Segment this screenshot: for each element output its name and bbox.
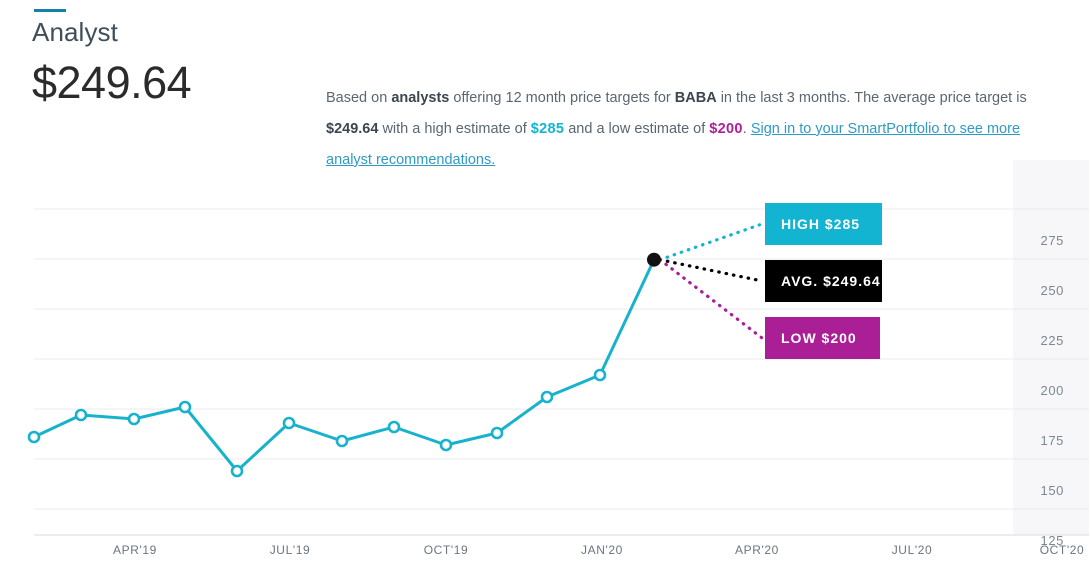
- desc-seg-7: with a high estimate of: [378, 120, 531, 137]
- current-price-point: [647, 252, 661, 267]
- projection-ray-high: [658, 222, 764, 262]
- history-series: [27, 258, 656, 478]
- data-point-marker: [282, 416, 296, 430]
- x-axis-tick-label: OCT'19: [423, 543, 469, 557]
- desc-seg-3: offering 12 month price targets for: [449, 89, 675, 106]
- data-point-marker: [387, 420, 401, 434]
- price-target-chart: 125 150 175 200 225 250 275 APR'19 JUL'19 OCT'19…: [0, 160, 1089, 575]
- data-point-marker: [178, 400, 192, 414]
- gridlines: [34, 208, 1089, 510]
- data-point-marker: [230, 464, 244, 478]
- accent-bar: [34, 9, 66, 12]
- desc-seg-9: and a low estimate of: [564, 120, 710, 137]
- x-axis-tick-label: JUL'19: [269, 543, 311, 557]
- data-point-marker: [593, 368, 607, 382]
- data-point-marker: [490, 426, 504, 440]
- average-price-target-value: $249.64: [32, 57, 192, 108]
- data-point-marker: [27, 430, 41, 444]
- desc-low-estimate: $200: [709, 120, 743, 137]
- data-point-marker: [335, 434, 349, 448]
- y-axis-tick-label: 275: [1040, 233, 1064, 248]
- analyst-price-target-widget: Analyst $249.64 Based on analysts offeri…: [0, 0, 1089, 575]
- y-axis-tick-label: 150: [1040, 483, 1064, 498]
- x-axis-tick-label: OCT'20: [1039, 543, 1085, 557]
- y-axis-tick-label: 250: [1040, 283, 1064, 298]
- data-point-marker: [439, 438, 453, 452]
- data-point-marker: [127, 412, 141, 426]
- chart-canvas: [27, 160, 1089, 536]
- callout-high[interactable]: HIGH $285: [765, 203, 882, 245]
- x-axis-tick-label: APR'20: [735, 543, 779, 557]
- desc-seg-5: in the last 3 months. The average price …: [716, 89, 1027, 106]
- x-axis-tick-label: JUL'20: [891, 543, 933, 557]
- desc-ticker-bold: BABA: [674, 89, 717, 106]
- y-axis-tick-label: 200: [1040, 383, 1064, 398]
- x-axis-tick-label: JAN'20: [581, 543, 623, 557]
- y-axis-tick-label: 175: [1040, 433, 1064, 448]
- callout-average[interactable]: AVG. $249.64: [765, 260, 882, 302]
- x-axis-tick-label: APR'19: [113, 543, 157, 557]
- page-title: Analyst: [32, 17, 118, 47]
- projection-ray-avg: [658, 258, 764, 283]
- callout-low[interactable]: LOW $200: [765, 317, 880, 359]
- y-axis-tick-label: 225: [1040, 333, 1064, 348]
- desc-analysts-bold: analysts: [391, 89, 450, 106]
- projection-rays: [658, 222, 764, 340]
- desc-seg-1: Based on: [326, 89, 392, 106]
- data-point-marker: [540, 390, 554, 404]
- data-point-marker: [74, 408, 88, 422]
- desc-high-estimate: $285: [530, 120, 565, 137]
- desc-avg-bold: $249.64: [326, 120, 379, 137]
- desc-seg-11: .: [742, 120, 751, 137]
